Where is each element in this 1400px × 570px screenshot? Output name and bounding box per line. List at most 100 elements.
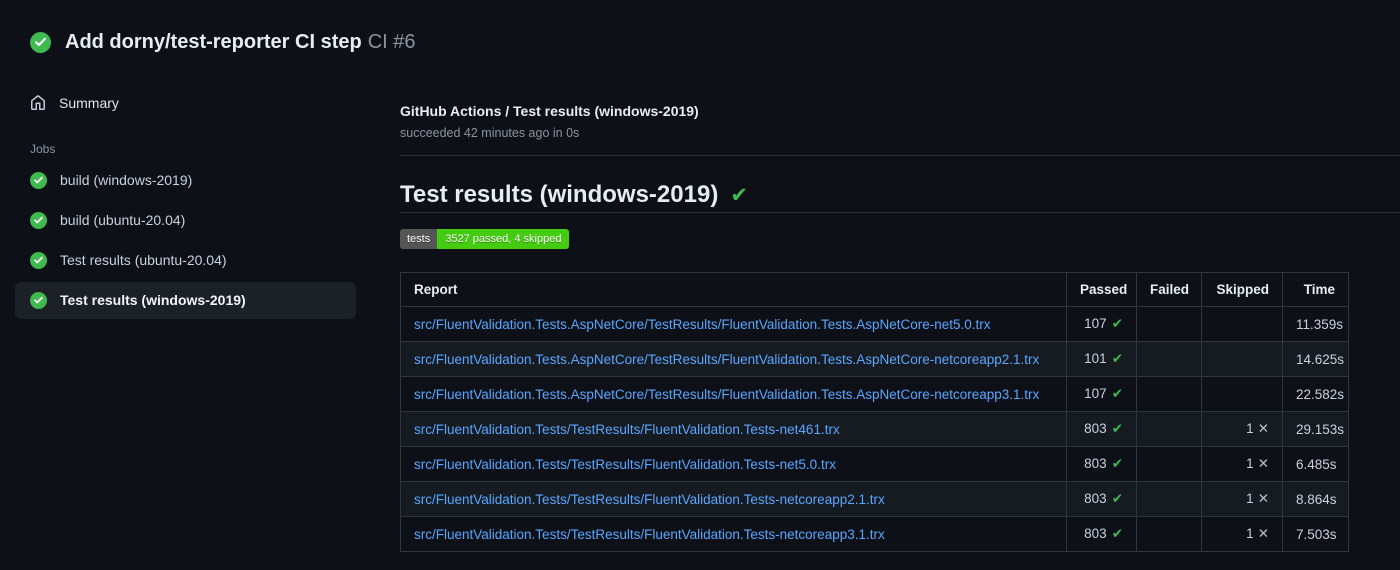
failed-cell <box>1136 516 1202 552</box>
report-link[interactable]: src/FluentValidation.Tests/TestResults/F… <box>414 457 836 472</box>
report-heading-text: Test results (windows-2019) <box>400 181 719 208</box>
column-header-passed: Passed <box>1066 272 1137 307</box>
table-row: src/FluentValidation.Tests/TestResults/F… <box>400 446 1349 482</box>
badge-value: 3527 passed, 4 skipped <box>437 229 570 249</box>
time-cell: 8.864s <box>1282 481 1349 517</box>
skipped-x-icon: ✕ <box>1257 491 1269 507</box>
time-cell: 22.582s <box>1282 376 1349 412</box>
table-row: src/FluentValidation.Tests/TestResults/F… <box>400 481 1349 517</box>
skipped-cell: 1 ✕ <box>1201 516 1283 552</box>
job-label: build (ubuntu-20.04) <box>60 212 186 228</box>
success-check-circle-icon <box>30 31 51 53</box>
skipped-x-icon: ✕ <box>1257 421 1269 437</box>
failed-cell <box>1136 411 1202 447</box>
jobs-list: build (windows-2019) build (ubuntu-20.04)… <box>15 162 356 319</box>
success-check-circle-icon <box>30 292 47 309</box>
time-cell: 14.625s <box>1282 341 1349 377</box>
divider <box>400 155 1400 156</box>
job-label: build (windows-2019) <box>60 172 193 188</box>
home-icon <box>31 95 45 110</box>
report-link[interactable]: src/FluentValidation.Tests/TestResults/F… <box>414 527 885 542</box>
test-results-table: Report Passed Failed Skipped Time src/Fluent… <box>400 272 1349 552</box>
report-cell: src/FluentValidation.Tests.AspNetCore/Te… <box>400 376 1067 412</box>
report-link[interactable]: src/FluentValidation.Tests.AspNetCore/Te… <box>414 387 1039 402</box>
job-label: Test results (windows-2019) <box>60 292 246 308</box>
report-heading: Test results (windows-2019) ✔ <box>400 181 748 209</box>
column-header-failed: Failed <box>1136 272 1202 307</box>
report-cell: src/FluentValidation.Tests/TestResults/F… <box>400 481 1067 517</box>
tests-status-badge: tests 3527 passed, 4 skipped <box>400 229 570 249</box>
report-link[interactable]: src/FluentValidation.Tests/TestResults/F… <box>414 492 885 507</box>
failed-cell <box>1136 481 1202 517</box>
time-cell: 11.359s <box>1282 306 1349 342</box>
success-check-circle-icon <box>30 252 47 269</box>
passed-cell: 803 ✔ <box>1066 446 1137 482</box>
table-row: src/FluentValidation.Tests/TestResults/F… <box>400 411 1349 447</box>
divider <box>400 212 1400 213</box>
report-link[interactable]: src/FluentValidation.Tests.AspNetCore/Te… <box>414 317 991 332</box>
skipped-cell: 1 ✕ <box>1201 481 1283 517</box>
passed-cell: 803 ✔ <box>1066 481 1137 517</box>
report-cell: src/FluentValidation.Tests/TestResults/F… <box>400 516 1067 552</box>
time-cell: 6.485s <box>1282 446 1349 482</box>
passed-check-icon: ✔ <box>1111 526 1123 542</box>
sidebar: Summary Jobs build (windows-2019) build (… <box>15 86 356 319</box>
job-label: Test results (ubuntu-20.04) <box>60 252 227 268</box>
table-row: src/FluentValidation.Tests/TestResults/F… <box>400 516 1349 552</box>
workflow-run-title: Add dorny/test-reporter CI step <box>65 31 362 53</box>
success-check-circle-icon <box>30 172 47 189</box>
table-header-row: Report Passed Failed Skipped Time <box>400 272 1349 307</box>
heading-check-icon: ✔ <box>730 183 748 207</box>
success-check-circle-icon <box>30 212 47 229</box>
jobs-section-label: Jobs <box>30 142 56 156</box>
passed-cell: 107 ✔ <box>1066 306 1137 342</box>
table-row: src/FluentValidation.Tests.AspNetCore/Te… <box>400 306 1349 342</box>
report-cell: src/FluentValidation.Tests/TestResults/F… <box>400 446 1067 482</box>
skipped-cell <box>1201 306 1283 342</box>
passed-cell: 803 ✔ <box>1066 411 1137 447</box>
passed-check-icon: ✔ <box>1111 316 1123 332</box>
sidebar-job-item[interactable]: Test results (ubuntu-20.04) <box>15 242 356 279</box>
report-cell: src/FluentValidation.Tests/TestResults/F… <box>400 411 1067 447</box>
table-row: src/FluentValidation.Tests.AspNetCore/Te… <box>400 341 1349 377</box>
skipped-cell: 1 ✕ <box>1201 411 1283 447</box>
sidebar-item-summary[interactable]: Summary <box>15 86 356 120</box>
skipped-cell <box>1201 341 1283 377</box>
page-title: Add dorny/test-reporter CI step CI #6 <box>65 30 416 54</box>
report-cell: src/FluentValidation.Tests.AspNetCore/Te… <box>400 341 1067 377</box>
table-row: src/FluentValidation.Tests.AspNetCore/Te… <box>400 376 1349 412</box>
run-status-text: succeeded 42 minutes ago in 0s <box>400 126 580 140</box>
column-header-report: Report <box>400 272 1067 307</box>
failed-cell <box>1136 306 1202 342</box>
failed-cell <box>1136 341 1202 377</box>
passed-check-icon: ✔ <box>1111 386 1123 402</box>
report-cell: src/FluentValidation.Tests.AspNetCore/Te… <box>400 306 1067 342</box>
sidebar-job-item[interactable]: build (ubuntu-20.04) <box>15 202 356 239</box>
passed-cell: 107 ✔ <box>1066 376 1137 412</box>
run-header: Add dorny/test-reporter CI step CI #6 <box>30 30 416 54</box>
passed-check-icon: ✔ <box>1111 456 1123 472</box>
failed-cell <box>1136 446 1202 482</box>
failed-cell <box>1136 376 1202 412</box>
time-cell: 7.503s <box>1282 516 1349 552</box>
passed-cell: 803 ✔ <box>1066 516 1137 552</box>
skipped-cell: 1 ✕ <box>1201 446 1283 482</box>
sidebar-summary-label: Summary <box>59 95 119 111</box>
passed-cell: 101 ✔ <box>1066 341 1137 377</box>
run-number: CI #6 <box>367 31 416 53</box>
skipped-x-icon: ✕ <box>1257 456 1269 472</box>
passed-check-icon: ✔ <box>1111 351 1123 367</box>
skipped-cell <box>1201 376 1283 412</box>
breadcrumb: GitHub Actions / Test results (windows-2… <box>400 103 699 119</box>
passed-check-icon: ✔ <box>1111 421 1123 437</box>
sidebar-job-item[interactable]: build (windows-2019) <box>15 162 356 199</box>
skipped-x-icon: ✕ <box>1257 526 1269 542</box>
column-header-time: Time <box>1282 272 1349 307</box>
column-header-skipped: Skipped <box>1201 272 1283 307</box>
time-cell: 29.153s <box>1282 411 1349 447</box>
report-link[interactable]: src/FluentValidation.Tests.AspNetCore/Te… <box>414 352 1039 367</box>
badge-label: tests <box>400 229 438 249</box>
report-link[interactable]: src/FluentValidation.Tests/TestResults/F… <box>414 422 840 437</box>
passed-check-icon: ✔ <box>1111 491 1123 507</box>
sidebar-job-item[interactable]: Test results (windows-2019) <box>15 282 356 319</box>
